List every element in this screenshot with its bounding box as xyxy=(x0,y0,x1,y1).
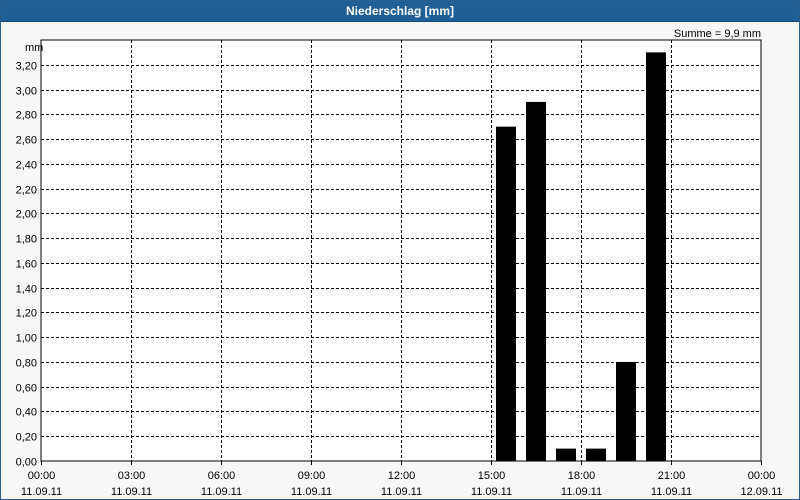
y-tick-label: 1,40 xyxy=(16,284,37,296)
bar xyxy=(526,101,546,461)
y-tick-label: 2,80 xyxy=(16,110,37,122)
x-tick-date-label: 12.09.11 xyxy=(740,486,782,498)
y-tick-label: 1,00 xyxy=(16,333,37,345)
x-tick-time-label: 15:00 xyxy=(478,470,506,482)
y-tick-label: 3,20 xyxy=(16,61,37,73)
y-tick-label: 1,80 xyxy=(16,234,37,246)
x-tick-time-label: 00:00 xyxy=(748,470,776,482)
y-axis-unit-label: mm xyxy=(25,42,43,54)
bar xyxy=(646,52,666,461)
x-tick-date-label: 11.09.11 xyxy=(561,486,602,498)
y-tick-label: 2,60 xyxy=(16,135,37,147)
x-tick-time-label: 09:00 xyxy=(298,470,326,482)
precipitation-chart: mm Summe = 9,9 mm 0,00 0,20 0,40 0,60 0,80 1,… xyxy=(16,28,783,498)
x-tick-date-label: 11.09.11 xyxy=(471,486,512,498)
x-tick-date-label: 11.09.11 xyxy=(21,486,62,498)
x-tick-date-label: 11.09.11 xyxy=(381,486,422,498)
x-tick-date-label: 11.09.11 xyxy=(651,486,692,498)
y-tick-label: 1,60 xyxy=(16,259,37,271)
y-tick-label: 3,00 xyxy=(16,86,37,98)
bar xyxy=(496,126,516,462)
sum-annotation: Summe = 9,9 mm xyxy=(674,28,761,40)
y-tick-label: 2,40 xyxy=(16,160,37,172)
x-tick-time-label: 06:00 xyxy=(208,470,236,482)
y-tick-label: 0,20 xyxy=(16,432,37,444)
x-tick-time-label: 00:00 xyxy=(28,470,56,482)
y-tick-label: 0,00 xyxy=(16,457,37,469)
y-tick-label: 0,80 xyxy=(16,358,37,370)
x-tick-time-label: 12:00 xyxy=(388,470,416,482)
y-tick-label: 1,20 xyxy=(16,308,37,320)
y-tick-label: 2,00 xyxy=(16,209,37,221)
bar xyxy=(616,361,636,461)
bar xyxy=(586,448,606,461)
y-tick-label: 0,60 xyxy=(16,383,37,395)
x-tick-date-label: 11.09.11 xyxy=(201,486,242,498)
bar xyxy=(556,448,576,461)
x-tick-date-label: 11.09.11 xyxy=(111,486,152,498)
x-tick-time-label: 03:00 xyxy=(118,470,146,482)
x-tick-date-label: 11.09.11 xyxy=(291,486,332,498)
x-tick-time-label: 18:00 xyxy=(568,470,596,482)
x-tick-time-label: 21:00 xyxy=(658,470,686,482)
y-tick-label: 0,40 xyxy=(16,407,37,419)
y-tick-label: 2,20 xyxy=(16,185,37,197)
